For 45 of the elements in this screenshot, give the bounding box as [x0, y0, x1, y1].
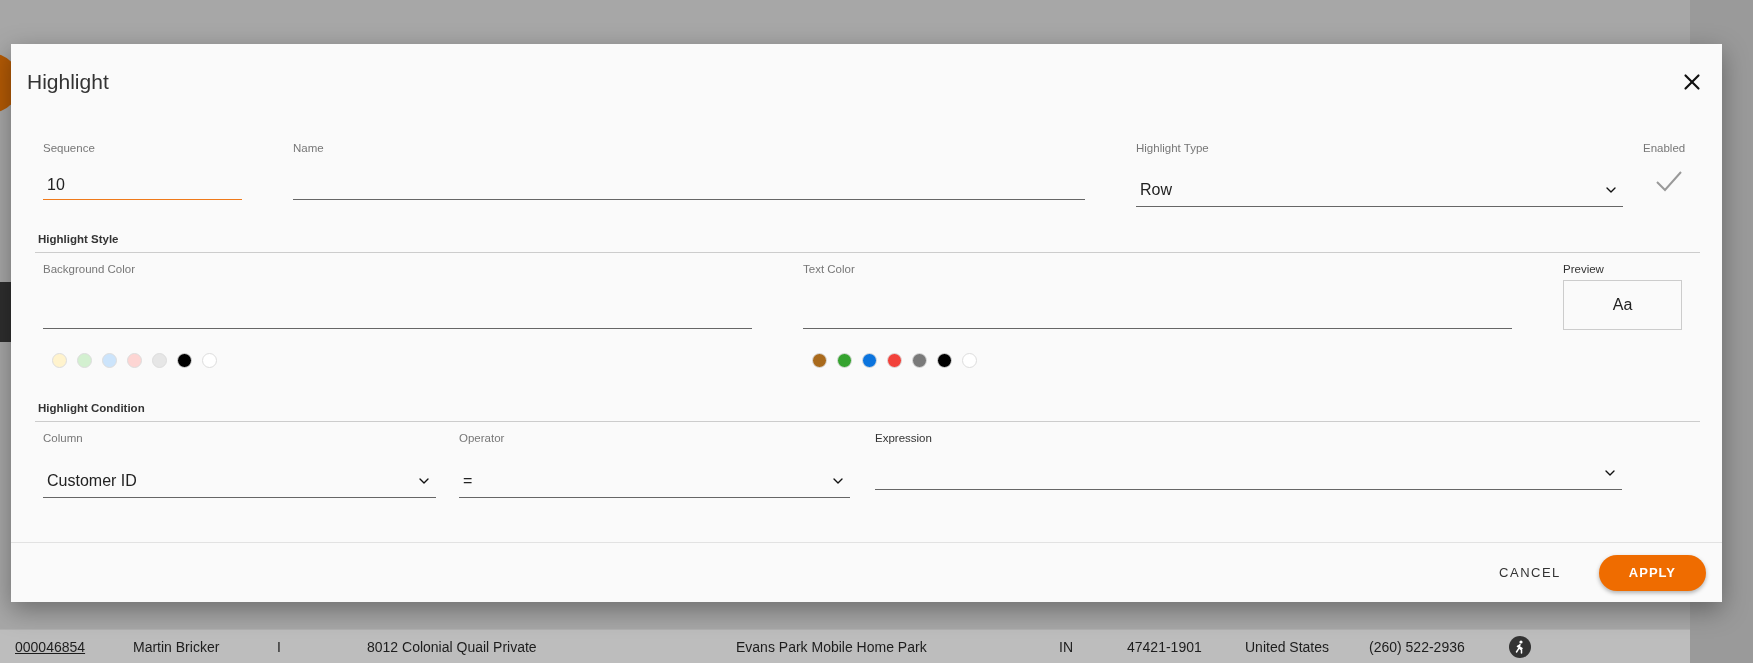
- color-swatch[interactable]: [887, 353, 902, 368]
- color-swatch[interactable]: [52, 353, 67, 368]
- field-label: Name: [293, 141, 325, 155]
- table-cell-text: 47421-1901: [1127, 638, 1203, 655]
- table-cell-text: Martin Bricker: [133, 638, 221, 655]
- color-swatch[interactable]: [912, 353, 927, 368]
- section-title: Highlight Condition: [38, 402, 145, 414]
- color-swatch[interactable]: [202, 353, 217, 368]
- dialog-title: Highlight: [27, 70, 109, 94]
- color-swatch[interactable]: [177, 353, 192, 368]
- cancel-button[interactable]: CANCEL: [1487, 557, 1573, 588]
- table-cell-text: United States: [1245, 638, 1331, 655]
- walking-person-icon: [1509, 635, 1531, 658]
- table-cell-text: 8012 Colonial Quail Private: [367, 638, 538, 655]
- field-label: Expression: [875, 431, 933, 445]
- operator-select[interactable]: =: [459, 464, 850, 498]
- field-label: Column: [43, 431, 84, 445]
- color-swatch[interactable]: [152, 353, 167, 368]
- color-swatch[interactable]: [862, 353, 877, 368]
- color-swatch[interactable]: [812, 353, 827, 368]
- sequence-field[interactable]: 10: [43, 170, 242, 200]
- field-label: Enabled: [1643, 141, 1687, 155]
- panel-edge: [0, 282, 12, 342]
- highlight-type-select[interactable]: Row: [1136, 173, 1623, 207]
- table-cell-text: IN: [1059, 638, 1074, 655]
- color-swatch[interactable]: [937, 353, 952, 368]
- enabled-checkbox[interactable]: [1655, 169, 1683, 193]
- field-label: Background Color: [43, 262, 137, 276]
- table-cell-text: Evans Park Mobile Home Park: [736, 638, 928, 655]
- column-select[interactable]: Customer ID: [43, 464, 436, 498]
- section-title: Highlight Style: [38, 233, 119, 245]
- field-label: Operator: [459, 431, 506, 445]
- color-swatch[interactable]: [77, 353, 92, 368]
- color-swatch[interactable]: [102, 353, 117, 368]
- table-cell-text: (260) 522-2936: [1369, 638, 1466, 655]
- field-label: Preview: [1563, 262, 1605, 276]
- field-label: Sequence: [43, 141, 96, 155]
- preview-box: Aa: [1563, 280, 1682, 330]
- field-label: Text Color: [803, 262, 856, 276]
- color-swatch[interactable]: [127, 353, 142, 368]
- customer-link[interactable]: 000046854: [15, 638, 133, 655]
- color-swatch[interactable]: [837, 353, 852, 368]
- color-swatch[interactable]: [962, 353, 977, 368]
- table-cell-text: I: [277, 638, 282, 655]
- field-label: Highlight Type: [1136, 141, 1210, 155]
